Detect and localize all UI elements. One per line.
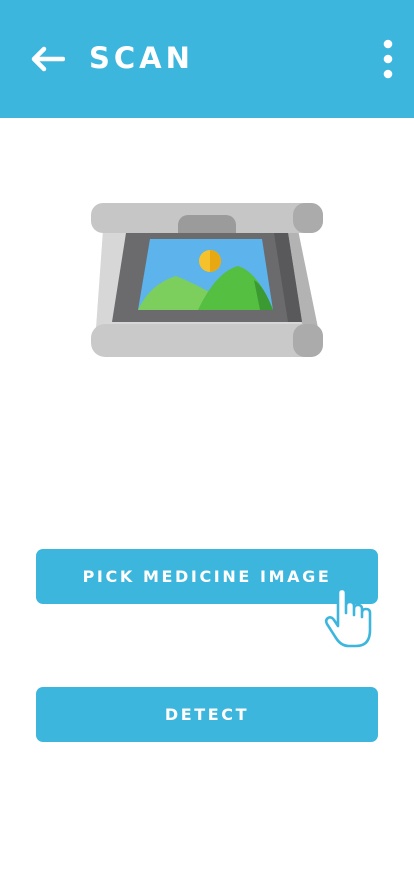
detect-button[interactable]: DETECT — [36, 687, 378, 742]
pick-medicine-image-button[interactable]: PICK MEDICINE IMAGE — [36, 549, 378, 604]
arrow-left-icon — [31, 46, 65, 72]
back-button[interactable] — [26, 40, 68, 78]
more-menu-button[interactable] — [374, 36, 402, 82]
app-bar: SCAN — [0, 0, 414, 118]
scanner-illustration — [88, 200, 328, 360]
page-title: SCAN — [89, 41, 194, 75]
more-vertical-icon — [383, 39, 393, 79]
